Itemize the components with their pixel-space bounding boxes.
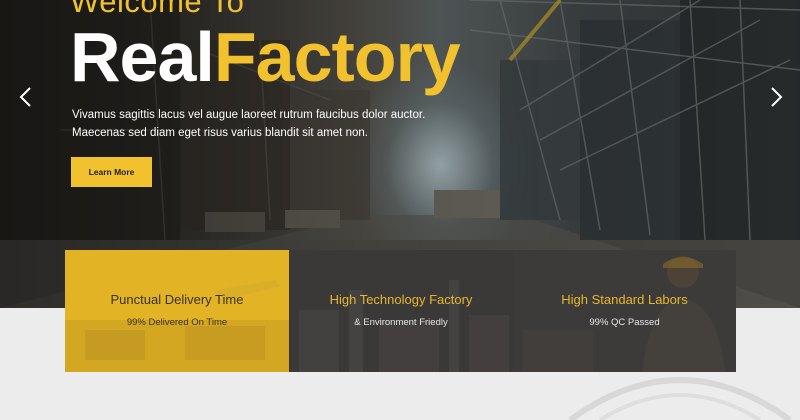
feature-title: High Standard Labors [561, 292, 688, 307]
factory-plant-background-image [299, 280, 509, 372]
feature-subtitle: & Environment Friedly [354, 317, 448, 328]
feature-card-technology[interactable]: High Technology Factory & Environment Fr… [289, 250, 513, 372]
features-row: Punctual Delivery Time 99% Delivered On … [65, 250, 736, 372]
feature-card-labors[interactable]: High Standard Labors 99% QC Passed [513, 250, 736, 372]
hero-description: Vivamus sagittis lacus vel augue laoreet… [72, 109, 426, 139]
feature-title: High Technology Factory [329, 292, 473, 307]
chevron-left-icon[interactable] [15, 86, 37, 108]
airport-background-image [65, 280, 289, 372]
feature-subtitle: 99% QC Passed [589, 317, 660, 328]
feature-subtitle: 99% Delivered On Time [126, 317, 228, 328]
feature-title: Punctual Delivery Time [110, 292, 244, 307]
worker-background-image [523, 256, 725, 372]
feature-card-delivery[interactable]: Punctual Delivery Time 99% Delivered On … [65, 250, 289, 372]
learn-more-button[interactable]: Learn More [71, 157, 152, 187]
hero-title: RealFactory [70, 22, 461, 92]
chevron-right-icon[interactable] [765, 86, 787, 108]
hero-title-factory: Factory [213, 18, 461, 96]
hero-welcome-heading: Welcome To [70, 0, 245, 19]
hero-title-real: Real [70, 18, 215, 96]
